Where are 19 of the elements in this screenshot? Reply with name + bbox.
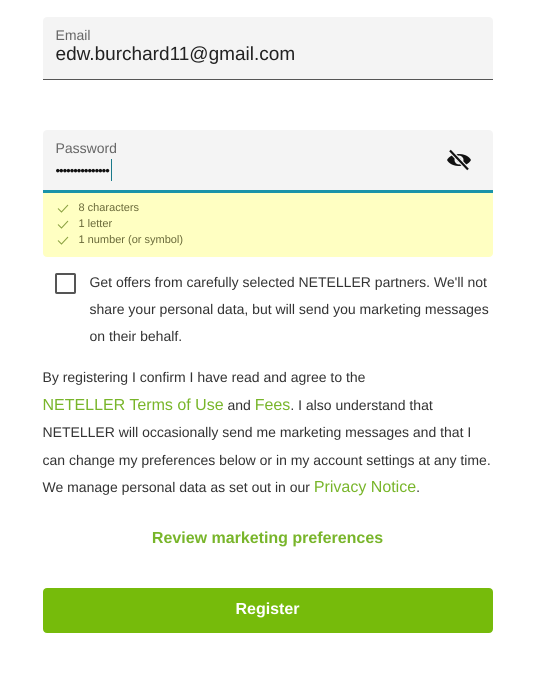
password-rule: 8 characters (78, 202, 140, 214)
offers-label: Get offers from carefully selected NETELLER partners. We'll not share your personal data, but will send you marketing messages on their behalf. (90, 273, 490, 346)
eye-slash-icon[interactable] (446, 149, 472, 171)
field-label: Password (56, 140, 117, 156)
password-rule: 1 number (or symbol) (78, 234, 184, 246)
consent-link[interactable]: Fees (254, 396, 290, 414)
consent-text: By registering I confirm I have read and agree to the NETELLER Terms of Use and Fees. I also understand that NETELLER will occasionally send me marketing messages and that I can change my preferences below or in my account settings at any time. We manage personal data as set out in our Privacy Notice. (42, 368, 492, 498)
field-label: Email (56, 27, 92, 43)
password-input[interactable]: ••••••••••••••• (56, 162, 109, 178)
text-cursor (110, 158, 112, 180)
register-button[interactable]: Register (42, 588, 492, 632)
email-field[interactable]: Email edw.burchard11@gmail.com (42, 17, 492, 80)
consent-link[interactable]: Privacy Notice (314, 479, 416, 496)
offers-checkbox[interactable] (54, 273, 76, 294)
email-input[interactable]: edw.burchard11@gmail.com (56, 44, 480, 66)
consent-link[interactable]: NETELLER Terms of Use (42, 396, 224, 414)
review-preferences-link[interactable]: Review marketing preferences (152, 530, 384, 548)
password-rule: 1 letter (78, 218, 112, 230)
password-field[interactable]: Password ••••••••••••••• (42, 130, 492, 193)
